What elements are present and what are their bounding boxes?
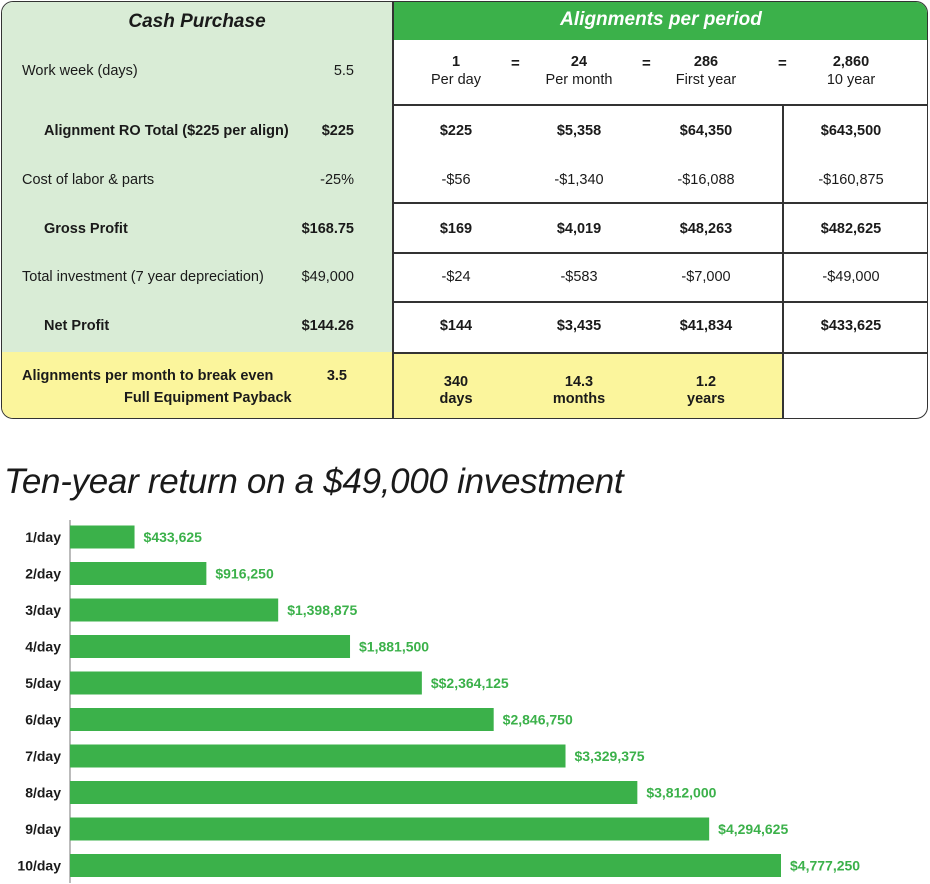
chart-title: Ten-year return on a $49,000 investment	[4, 462, 624, 501]
period-day-value: 1	[451, 54, 461, 70]
category-label: 4/day	[25, 639, 61, 655]
table-cell: -$583	[560, 269, 598, 285]
table-cell: $433,625	[820, 318, 882, 334]
table-cell: -$160,875	[818, 172, 884, 188]
row-divider	[393, 352, 927, 354]
bar	[70, 744, 566, 768]
ten-year-divider	[782, 104, 784, 418]
equals-sign: =	[778, 55, 787, 72]
category-label: 3/day	[25, 602, 61, 618]
category-label: 8/day	[25, 785, 61, 801]
left-title: Cash Purchase	[128, 11, 266, 32]
period-year-value: 286	[693, 54, 719, 70]
period-decade-value: 2,860	[832, 54, 870, 70]
category-label: 6/day	[25, 712, 61, 728]
payback-days-value: 340	[443, 374, 469, 390]
investment-label: Total investment (7 year depreciation)	[22, 269, 264, 285]
table-cell: $41,834	[679, 318, 733, 334]
bar	[70, 671, 422, 695]
breakeven-panel	[2, 352, 392, 418]
table-cell: $5,358	[556, 123, 602, 139]
category-label: 7/day	[25, 748, 61, 764]
gross-profit-value: $168.75	[301, 221, 354, 237]
category-label: 10/day	[17, 858, 61, 874]
payback-years-unit: years	[687, 391, 725, 407]
row-divider	[393, 252, 927, 254]
bar	[70, 562, 207, 585]
data-label: $$2,364,125	[431, 675, 509, 691]
data-label: $1,881,500	[359, 639, 429, 655]
period-day-label: Per day	[431, 72, 481, 88]
data-label: $916,250	[215, 566, 274, 582]
category-label: 2/day	[25, 566, 61, 582]
period-month-value: 24	[570, 54, 588, 70]
work-week-label: Work week (days)	[22, 63, 138, 79]
gross-profit-label: Gross Profit	[44, 221, 128, 237]
table-cell: $169	[439, 221, 473, 237]
payback-label: Full Equipment Payback	[124, 390, 292, 406]
category-label: 9/day	[25, 821, 61, 837]
data-label: $4,294,625	[718, 821, 788, 837]
bar	[70, 854, 781, 877]
equals-sign: =	[511, 55, 520, 72]
cost-label: Cost of labor & parts	[22, 172, 155, 188]
data-label: $3,812,000	[646, 785, 716, 801]
net-profit-value: $144.26	[301, 318, 354, 334]
alignment-total-value: $225	[321, 123, 354, 139]
table-cell: $64,350	[679, 123, 733, 139]
table-cell: -$56	[441, 172, 471, 188]
table-cell: -$24	[441, 269, 471, 285]
breakeven-value: 3.5	[326, 368, 347, 384]
data-label: $1,398,875	[287, 602, 357, 618]
row-divider	[393, 104, 927, 106]
investment-value: $49,000	[301, 269, 354, 285]
table-cell: -$16,088	[677, 172, 735, 188]
data-label: $433,625	[144, 529, 203, 545]
row-divider	[393, 202, 927, 204]
return-bar-chart: 1/day $433,625 2/day $916,250 3/day $1,398,87…	[17, 520, 860, 883]
table-cell: $225	[439, 123, 473, 139]
category-label: 5/day	[25, 675, 61, 691]
data-label: $3,329,375	[575, 748, 645, 764]
payback-months-value: 14.3	[564, 374, 594, 390]
payback-months-unit: months	[552, 391, 606, 407]
table-cell: -$7,000	[681, 269, 731, 285]
bar	[70, 635, 351, 658]
data-label: $2,846,750	[503, 712, 573, 728]
row-divider	[393, 301, 927, 303]
equals-sign: =	[642, 55, 651, 72]
table-cell: $482,625	[820, 221, 882, 237]
table-cell: $144	[439, 318, 473, 334]
data-label: $4,777,250	[790, 858, 860, 874]
bar	[70, 781, 638, 804]
breakeven-label: Alignments per month to break even	[22, 368, 274, 384]
table-cell: $48,263	[679, 221, 733, 237]
alignment-total-label: Alignment RO Total ($225 per align)	[44, 123, 289, 139]
payback-days-unit: days	[439, 391, 473, 407]
cash-purchase-table: Cash Purchase Alignments per period Work…	[1, 1, 928, 419]
period-year-label: First year	[675, 72, 737, 88]
bar	[70, 525, 135, 549]
table-cell: -$49,000	[822, 269, 880, 285]
net-profit-label: Net Profit	[44, 318, 110, 334]
right-title: Alignments per period	[560, 9, 762, 30]
table-cell: $3,435	[556, 318, 602, 334]
category-label: 1/day	[25, 529, 61, 545]
period-month-label: Per month	[545, 72, 613, 88]
cost-value: -25%	[320, 172, 354, 188]
bar	[70, 817, 710, 841]
table-cell: $4,019	[556, 221, 602, 237]
payback-years-value: 1.2	[695, 374, 717, 390]
table-cell: $643,500	[820, 123, 882, 139]
bar	[70, 598, 279, 622]
bar	[70, 708, 494, 731]
work-week-value: 5.5	[333, 63, 354, 79]
table-cell: -$1,340	[554, 172, 604, 188]
period-decade-label: 10 year	[826, 72, 876, 88]
